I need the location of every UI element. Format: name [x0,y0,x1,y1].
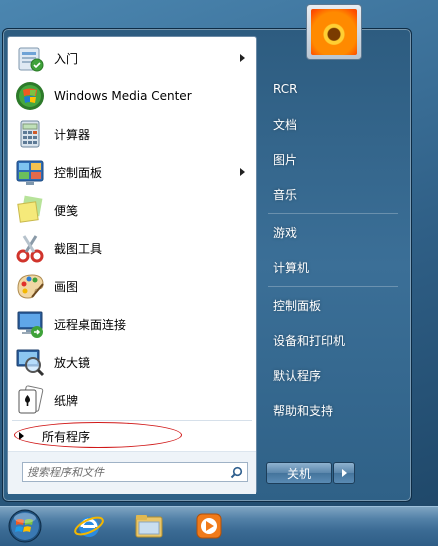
program-getting-started[interactable]: 入门 [11,40,253,76]
submenu-arrow-icon[interactable] [240,168,245,176]
windows-explorer-icon[interactable] [132,509,166,543]
sticky-notes-icon [17,195,43,223]
expand-arrow-icon [19,432,24,440]
media-player-icon[interactable] [192,509,226,543]
program-paint[interactable]: 画图 [11,268,253,304]
media-center-icon [16,82,44,110]
solitaire-icon [18,385,44,414]
right-item-user[interactable]: RCR [266,77,402,101]
submenu-arrow-icon[interactable] [240,54,245,62]
divider [268,213,398,214]
right-item-label: 计算机 [273,260,310,275]
right-item-label: 帮助和支持 [273,403,334,418]
program-label: 控制面板 [54,165,103,180]
program-label: 放大镜 [54,355,91,370]
program-solitaire[interactable]: 纸牌 [11,382,253,418]
magnifier-icon [16,349,45,377]
start-orb-icon[interactable] [6,508,44,544]
right-item-label: 设备和打印机 [273,333,346,348]
divider [268,286,398,287]
all-programs-label: 所有程序 [42,429,91,444]
program-label: 纸牌 [54,393,79,408]
search-box[interactable] [22,462,248,482]
shutdown-button[interactable]: 关机 [266,462,332,484]
shutdown-options-button[interactable] [333,462,355,484]
remote-desktop-icon [17,311,43,338]
program-remote-desktop[interactable]: 远程桌面连接 [11,306,253,342]
right-item-control-panel[interactable]: 控制面板 [266,293,402,317]
right-item-label: RCR [273,82,298,96]
divider [12,420,252,421]
right-item-default-programs[interactable]: 默认程序 [266,363,402,387]
program-control-panel[interactable]: 控制面板 [11,154,253,190]
right-item-games[interactable]: 游戏 [266,220,402,244]
paint-icon [17,274,44,299]
right-item-pictures[interactable]: 图片 [266,147,402,171]
snipping-tool-icon [16,235,44,263]
program-label: 便笺 [54,203,79,218]
getting-started-icon [18,47,44,72]
program-sticky-notes[interactable]: 便笺 [11,192,253,228]
user-picture[interactable] [306,4,362,60]
program-calculator[interactable]: 计算器 [11,116,253,152]
flower-icon [311,9,357,55]
program-magnifier[interactable]: 放大镜 [11,344,253,380]
right-item-label: 文档 [273,117,298,132]
right-item-label: 控制面板 [273,298,322,313]
internet-explorer-icon[interactable] [72,509,106,543]
programs-pane: 入门 Windows Media Center 计算器 控制面板 便笺 截图工具… [7,36,257,494]
program-label: 截图工具 [54,241,103,256]
calculator-icon [20,120,40,148]
right-item-label: 游戏 [273,225,298,240]
all-programs-button[interactable]: 所有程序 [11,424,253,448]
search-input[interactable] [27,464,217,480]
program-media-center[interactable]: Windows Media Center [11,78,253,114]
program-label: 画图 [54,279,79,294]
search-icon[interactable] [230,466,243,479]
program-label: 计算器 [54,127,91,142]
right-item-label: 音乐 [273,187,298,202]
right-item-label: 图片 [273,152,298,167]
control-panel-icon [16,160,44,185]
right-item-label: 默认程序 [273,368,322,383]
search-area [8,451,256,494]
right-item-documents[interactable]: 文档 [266,112,402,136]
program-label: 入门 [54,51,79,66]
chevron-right-icon [342,469,347,477]
program-label: 远程桌面连接 [54,317,127,332]
program-snipping-tool[interactable]: 截图工具 [11,230,253,266]
right-item-help-support[interactable]: 帮助和支持 [266,398,402,422]
program-label: Windows Media Center [54,89,192,103]
right-item-music[interactable]: 音乐 [266,182,402,206]
right-item-devices-printers[interactable]: 设备和打印机 [266,328,402,352]
right-item-computer[interactable]: 计算机 [266,255,402,279]
